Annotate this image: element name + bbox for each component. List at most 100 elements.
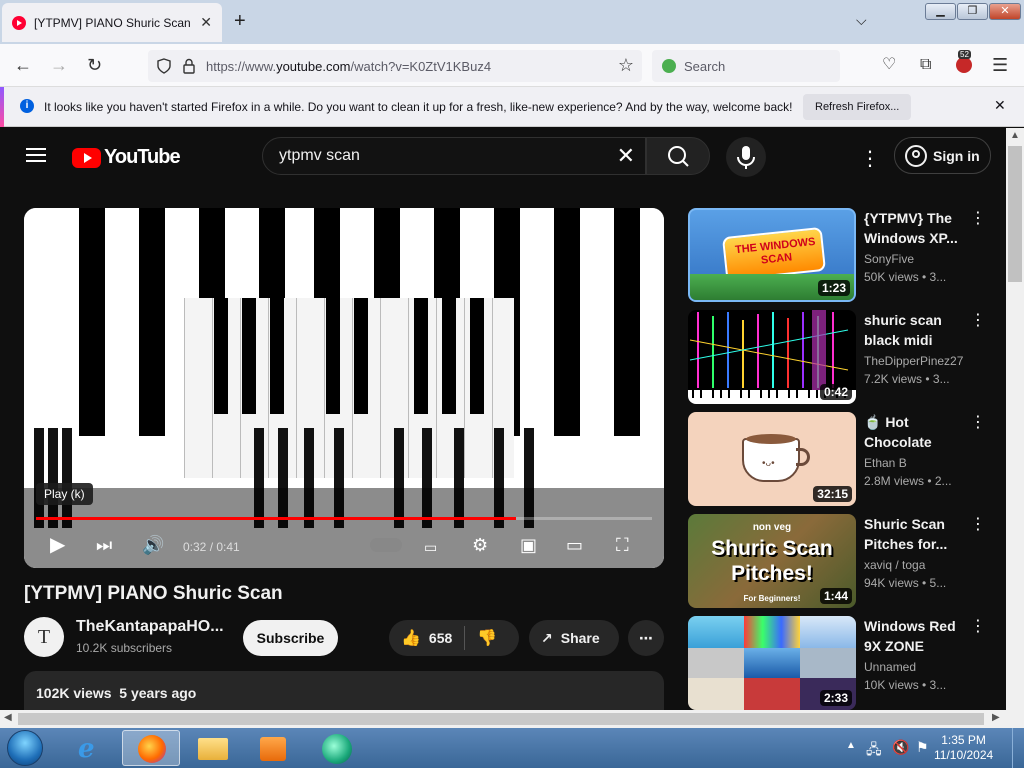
more-actions-button[interactable]: ⋯ [628,620,664,656]
play-icon[interactable]: ▶ [50,532,65,558]
youtube-search-input[interactable]: ytpmv scan ✕ [262,137,646,175]
recommended-video[interactable]: THE WINDOWS SCAN 1:23 {YTPMV} The Window… [688,208,988,304]
recommended-video[interactable]: 0:42 shuric scan black midi TheDipperPin… [688,310,988,406]
new-tab-button[interactable]: + [234,10,246,32]
tracking-shield-icon[interactable] [156,58,172,74]
voice-search-button[interactable] [726,137,766,177]
system-clock[interactable]: 1:35 PM 11/10/2024 [934,733,993,763]
clock-time: 1:35 PM [941,733,986,747]
autoplay-toggle[interactable] [370,538,402,552]
clear-search-icon[interactable]: ✕ [617,144,635,168]
youtube-search-button[interactable] [646,137,710,175]
vertical-scrollbar[interactable]: ▲ [1006,128,1024,710]
reload-icon[interactable]: ↻ [87,54,102,76]
video-thumbnail[interactable]: 0:42 [688,310,856,404]
show-hidden-icons-arrow[interactable]: ▲ [846,740,856,751]
subscribe-button[interactable]: Subscribe [243,620,338,656]
action-center-flag-icon[interactable]: ⚑ [916,739,929,756]
taskbar-firefox[interactable] [122,730,180,766]
progress-bar[interactable] [36,517,652,520]
volume-icon[interactable]: 🔊 [142,532,164,558]
settings-dots-icon[interactable]: ⋮ [860,146,880,171]
video-title[interactable]: 🍵 Hot Chocolate [lof... [864,412,964,452]
action-menu-dots-icon[interactable]: ⋮ [970,412,986,432]
action-menu-dots-icon[interactable]: ⋮ [970,310,986,330]
scroll-up-icon[interactable]: ▲ [1010,130,1020,141]
list-all-tabs-chevron-icon[interactable]: ⌵ [856,12,867,29]
forward-arrow-icon[interactable]: → [50,54,68,76]
refresh-firefox-button[interactable]: Refresh Firefox... [803,94,912,120]
share-arrow-icon: ↗ [541,629,553,646]
channel-avatar[interactable]: T [24,617,64,657]
show-desktop-button[interactable] [1012,728,1024,768]
next-video-icon[interactable]: ⏭ [96,532,112,558]
network-icon[interactable]: 🖧 [866,739,882,763]
channel-name[interactable]: SonyFive [864,252,914,266]
video-thumbnail[interactable]: •ᴗ• 32:15 [688,412,856,506]
taskbar-app[interactable] [308,730,366,766]
browser-tab[interactable]: [YTPMV] PIANO Shuric Scan - Y ✕ [2,3,222,42]
channel-name[interactable]: Unnamed [864,660,916,674]
like-count[interactable]: 658 [429,630,452,646]
share-button[interactable]: ↗ Share [529,620,619,656]
video-title[interactable]: {YTPMV} The Windows XP... [864,208,964,248]
settings-gear-icon[interactable]: ⚙ [472,532,488,558]
sign-in-button[interactable]: Sign in [894,137,991,174]
taskbar-file-explorer[interactable] [184,730,242,766]
description-box[interactable]: 102K views 5 years ago [24,671,664,710]
guide-menu-icon[interactable] [26,148,46,162]
recommended-video[interactable]: non veg Shuric Scan Pitches! For Beginne… [688,514,988,610]
youtube-logo[interactable]: YouTube [72,146,181,169]
video-player[interactable]: Play (k) ▶ ⏭ 🔊 0:32 / 0:41 ▭ ⚙ ▣ ▭ ⛶ [24,208,664,568]
horizontal-scroll-thumb[interactable] [18,713,984,725]
video-thumbnail[interactable]: non veg Shuric Scan Pitches! For Beginne… [688,514,856,608]
tab-bar: [YTPMV] PIANO Shuric Scan - Y ✕ + ⌵ ▁ ❐ … [0,0,1024,44]
recommended-video[interactable]: •ᴗ• 32:15 🍵 Hot Chocolate [lof... Ethan … [688,412,988,508]
video-title[interactable]: Windows Red 9X ZONE [864,616,964,656]
channel-name[interactable]: TheKantapapaHO... [76,618,224,636]
piano-key-line [240,298,241,478]
app-menu-hamburger-icon[interactable]: ☰ [992,54,1008,76]
lock-icon[interactable] [182,58,196,74]
pocket-icon[interactable]: ♡ [882,54,896,76]
action-menu-dots-icon[interactable]: ⋮ [970,514,986,534]
tab-close-icon[interactable]: ✕ [200,14,212,31]
scroll-left-icon[interactable]: ◀ [4,712,12,723]
back-arrow-icon[interactable]: ← [14,54,32,76]
web-search-field[interactable]: Search [652,50,840,82]
video-title[interactable]: Shuric Scan Pitches for... [864,514,964,554]
notification-close-icon[interactable]: ✕ [994,97,1006,114]
taskbar-media-player[interactable] [244,730,302,766]
bookmark-star-icon[interactable]: ☆ [618,55,634,76]
piano-black-key [139,208,165,436]
action-menu-dots-icon[interactable]: ⋮ [970,208,986,228]
window-minimize-button[interactable]: ▁ [925,3,956,20]
subtitles-icon[interactable]: ▭ [424,534,437,560]
piano-black-key [270,298,284,414]
recommended-video[interactable]: 2:33 Windows Red 9X ZONE Unnamed 10K vie… [688,616,988,710]
firefox-notification-bar: i It looks like you haven't started Fire… [0,87,1024,127]
fullscreen-icon[interactable]: ⛶ [616,532,629,558]
scroll-right-icon[interactable]: ▶ [992,712,1000,723]
extensions-puzzle-icon[interactable]: ⧉ [920,54,931,76]
like-thumb-icon[interactable]: 👍 [401,628,421,648]
ublock-extension-icon[interactable] [956,57,972,73]
volume-muted-icon[interactable]: 🔇 [892,739,909,756]
channel-name[interactable]: xaviq / toga [864,558,925,572]
video-title[interactable]: shuric scan black midi [864,310,964,350]
video-thumbnail[interactable]: THE WINDOWS SCAN 1:23 [688,208,856,302]
video-thumbnail[interactable]: 2:33 [688,616,856,710]
theater-mode-icon[interactable]: ▭ [566,532,583,558]
url-bar[interactable]: https://www.youtube.com/watch?v=K0ZtV1KB… [148,50,642,82]
miniplayer-icon[interactable]: ▣ [520,532,537,558]
channel-name[interactable]: Ethan B [864,456,907,470]
dislike-thumb-icon[interactable]: 👎 [477,628,497,648]
window-close-button[interactable]: ✕ [989,3,1021,20]
vertical-scroll-thumb[interactable] [1008,146,1022,282]
window-maximize-button[interactable]: ❐ [957,3,988,20]
taskbar-internet-explorer[interactable]: e [62,730,120,766]
channel-name[interactable]: TheDipperPinez27 [864,354,963,368]
action-menu-dots-icon[interactable]: ⋮ [970,616,986,636]
horizontal-scrollbar[interactable]: ◀ ▶ [0,710,1024,728]
start-button[interactable] [7,730,43,766]
